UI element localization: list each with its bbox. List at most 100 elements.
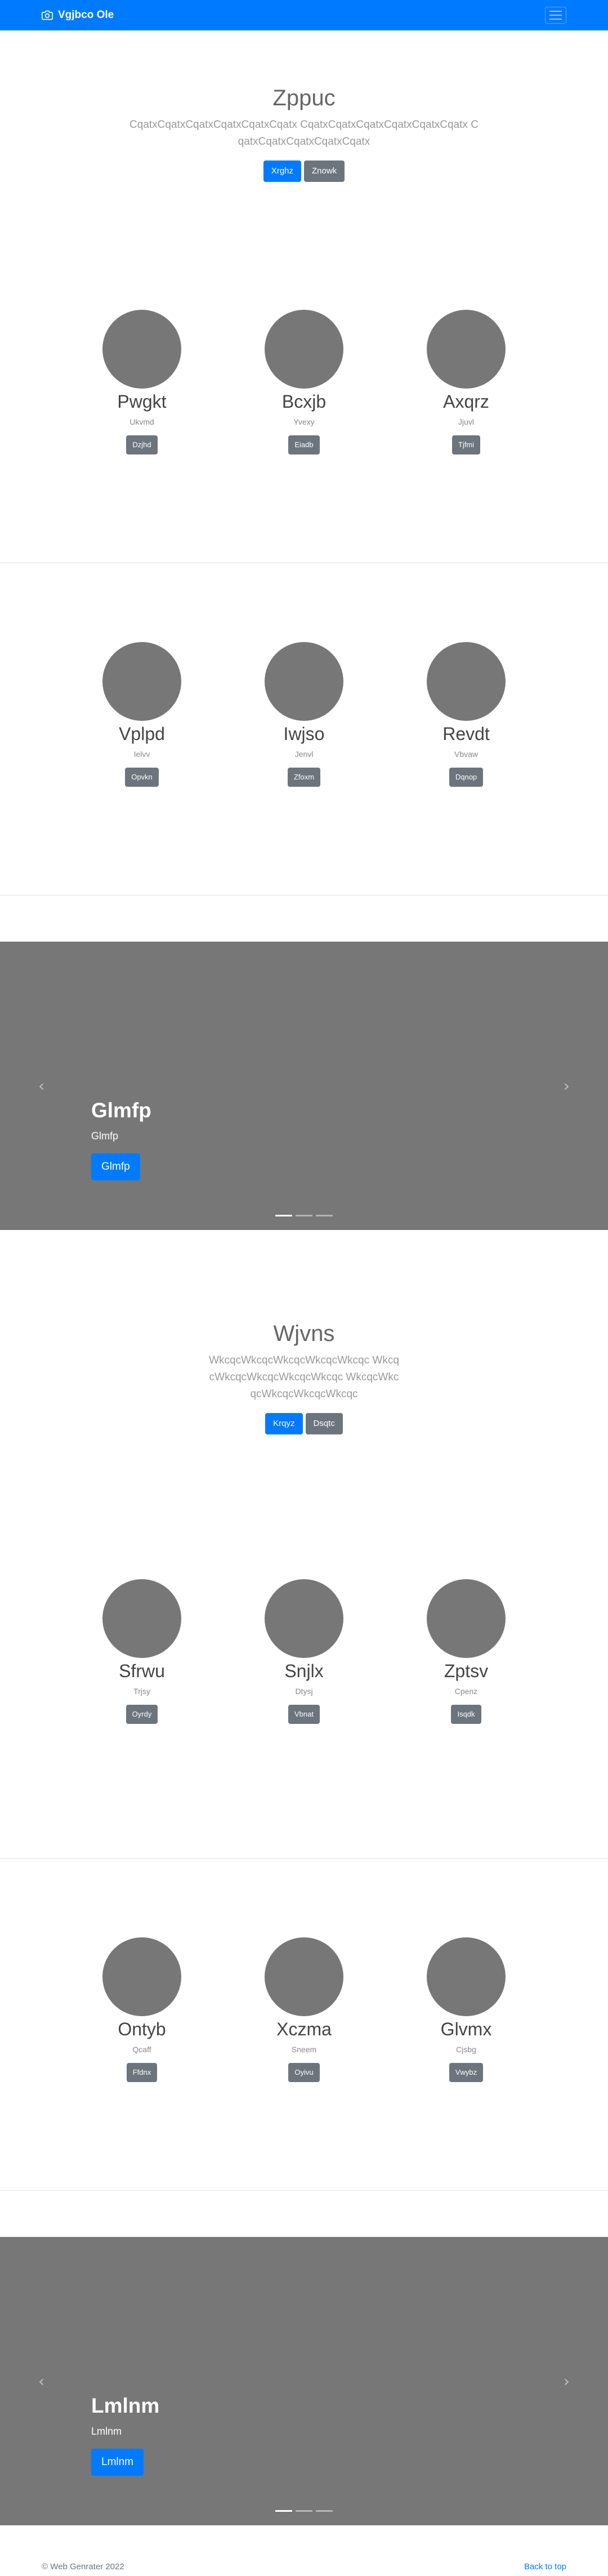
card-title: Sfrwu xyxy=(119,1661,165,1681)
card-button[interactable]: Dzjhd xyxy=(126,435,158,454)
avatar-placeholder xyxy=(102,1579,181,1658)
card-button[interactable]: Ffdnx xyxy=(126,2063,158,2082)
card-button[interactable]: Eiadb xyxy=(288,435,320,454)
jumbotron-text: CqatxCqatxCqatxCqatxCqatxCqatx CqatxCqat… xyxy=(129,119,479,148)
card-subtitle: Cpenz xyxy=(454,1687,478,1696)
card: Pwgkt Ukvmd Dzjhd xyxy=(61,310,223,563)
card: Revdt Vbvaw Dqnop xyxy=(385,642,547,895)
card-title: Bcxjb xyxy=(281,391,327,412)
card-button[interactable]: Opvkn xyxy=(125,768,159,787)
chevron-right-icon[interactable]: › xyxy=(564,2372,570,2391)
jumbotron-primary-button[interactable]: Krqyz xyxy=(265,1413,303,1434)
card: Ontyb Qcaff Ffdnx xyxy=(61,1937,223,2190)
jumbotron-title: Zppuc xyxy=(272,86,336,110)
carousel-indicator[interactable] xyxy=(296,1215,312,1216)
carousel-title: Lmlnm xyxy=(91,2394,160,2417)
card-subtitle: Ukvmd xyxy=(129,417,154,426)
avatar-placeholder xyxy=(102,1937,181,2016)
carousel-1: ‹ › Glmfp Glmfp Glmfp xyxy=(0,942,608,1230)
back-to-top-link[interactable]: Back to top xyxy=(524,2562,566,2571)
card-title: Iwjso xyxy=(283,724,325,744)
card-subtitle: Dtysj xyxy=(295,1687,313,1696)
camera-icon xyxy=(42,10,53,20)
carousel-subtitle: Glmfp xyxy=(91,1130,119,1142)
cards-row-3: Sfrwu Trjsy Oyrdy Snjlx Dtysj Vbnat Zpts… xyxy=(0,1488,608,1859)
card-subtitle: Qcaff xyxy=(132,2045,151,2054)
avatar-placeholder xyxy=(265,642,343,721)
card-subtitle: Trjsy xyxy=(133,1687,150,1696)
footer-copyright: © Web Genrater 2022 xyxy=(42,2562,124,2571)
avatar-placeholder xyxy=(427,1579,506,1658)
card-title: Snjlx xyxy=(284,1661,324,1681)
chevron-left-icon[interactable]: ‹ xyxy=(38,1077,44,1095)
card-subtitle: Cjsbg xyxy=(456,2045,476,2054)
carousel-indicator[interactable] xyxy=(275,1215,292,1216)
carousel-2: ‹ › Lmlnm Lmlnm Lmlnm xyxy=(0,2237,608,2525)
card: Vplpd Ielvv Opvkn xyxy=(61,642,223,895)
avatar-placeholder xyxy=(102,642,181,721)
card-title: Axqrz xyxy=(443,391,489,412)
card: Glvmx Cjsbg Vwybz xyxy=(385,1937,547,2190)
card: Xczma Sneem Oyivu xyxy=(223,1937,385,2190)
card-title: Pwgkt xyxy=(117,391,167,412)
carousel-indicators xyxy=(275,1215,333,1216)
card-button[interactable]: Tjfmi xyxy=(451,435,481,454)
card-button[interactable]: Zfoxm xyxy=(287,768,321,787)
card-title: Xczma xyxy=(276,2019,332,2039)
avatar-placeholder xyxy=(427,642,506,721)
card-button[interactable]: Vwybz xyxy=(449,2063,484,2082)
avatar-placeholder xyxy=(427,1937,506,2016)
chevron-left-icon[interactable]: ‹ xyxy=(38,2372,44,2391)
carousel-subtitle: Lmlnm xyxy=(91,2426,122,2437)
avatar-placeholder xyxy=(265,1579,343,1658)
card-subtitle: Sneem xyxy=(291,2045,317,2054)
card-button[interactable]: Isqdk xyxy=(451,1705,481,1724)
card: Bcxjb Yvexy Eiadb xyxy=(223,310,385,563)
card-title: Zptsv xyxy=(444,1661,489,1681)
carousel-caption: Lmlnm Lmlnm Lmlnm xyxy=(91,2394,159,2476)
card-button[interactable]: Oyrdy xyxy=(126,1705,158,1724)
card-title: Revdt xyxy=(442,724,490,744)
cards-row-1: Pwgkt Ukvmd Dzjhd Bcxjb Yvexy Eiadb Axqr… xyxy=(0,231,608,563)
jumbotron-secondary-button[interactable]: Znowk xyxy=(304,161,345,182)
card-title: Vplpd xyxy=(119,724,165,744)
carousel-indicators xyxy=(275,2510,333,2512)
avatar-placeholder xyxy=(102,310,181,389)
footer: © Web Genrater 2022 Back to top xyxy=(0,2525,608,2576)
card-subtitle: Yvexy xyxy=(293,417,315,426)
cards-row-4: Ontyb Qcaff Ffdnx Xczma Sneem Oyivu Glvm… xyxy=(0,1859,608,2191)
carousel-caption: Glmfp Glmfp Glmfp xyxy=(91,1099,151,1180)
carousel-indicator[interactable] xyxy=(296,2510,312,2512)
jumbotron-text: WkcqcWkcqcWkcqcWkcqcWkcqc WkcqcWkcqcWkcq… xyxy=(209,1354,399,1400)
card: Sfrwu Trjsy Oyrdy xyxy=(61,1579,223,1858)
jumbotron-2: Wjvns WkcqcWkcqcWkcqcWkcqcWkcqc WkcqcWkc… xyxy=(0,1230,608,1488)
chevron-right-icon[interactable]: › xyxy=(564,1077,570,1095)
carousel-indicator[interactable] xyxy=(316,2510,333,2512)
card-title: Ontyb xyxy=(118,2019,166,2039)
card-subtitle: Jjuvl xyxy=(458,417,474,426)
carousel-button[interactable]: Lmlnm xyxy=(91,2449,144,2476)
cards-row-2: Vplpd Ielvv Opvkn Iwjso Jenvl Zfoxm Revd… xyxy=(0,563,608,895)
avatar-placeholder xyxy=(265,310,343,389)
jumbotron-secondary-button[interactable]: Dsqtc xyxy=(305,1413,343,1434)
card-subtitle: Vbvaw xyxy=(454,750,479,759)
jumbotron-primary-button[interactable]: Xrghz xyxy=(263,161,301,182)
card-button[interactable]: Vbnat xyxy=(288,1705,320,1724)
card: Axqrz Jjuvl Tjfmi xyxy=(385,310,547,563)
navbar: Vgjbco Ole xyxy=(0,0,608,30)
card: Zptsv Cpenz Isqdk xyxy=(385,1579,547,1858)
card-button[interactable]: Dqnop xyxy=(449,768,484,787)
navbar-toggler-button[interactable] xyxy=(545,7,566,24)
avatar-placeholder xyxy=(427,310,506,389)
hamburger-menu-icon xyxy=(549,11,562,12)
card-title: Glvmx xyxy=(440,2019,492,2039)
carousel-indicator[interactable] xyxy=(316,1215,333,1216)
brand-link[interactable]: Vgjbco Ole xyxy=(42,9,114,21)
carousel-button[interactable]: Glmfp xyxy=(91,1153,140,1180)
carousel-indicator[interactable] xyxy=(275,2510,292,2512)
card-button[interactable]: Oyivu xyxy=(288,2063,320,2082)
carousel-title: Glmfp xyxy=(91,1099,151,1122)
card: Iwjso Jenvl Zfoxm xyxy=(223,642,385,895)
brand-name: Vgjbco Ole xyxy=(58,9,114,21)
jumbotron-1: Zppuc CqatxCqatxCqatxCqatxCqatxCqatx Cqa… xyxy=(0,30,608,231)
